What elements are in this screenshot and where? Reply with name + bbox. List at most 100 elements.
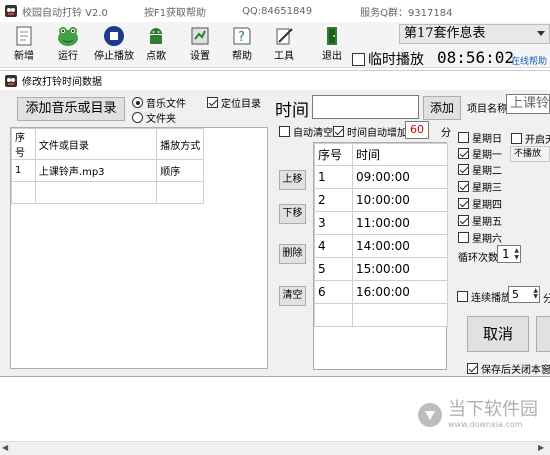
clock-display: 08:56:02 — [437, 48, 515, 67]
file-col-file: 文件或目录 — [34, 128, 158, 160]
time-col-time: 时间 — [352, 143, 448, 166]
help-button[interactable]: ? 帮助 — [222, 24, 262, 66]
time-row-index: 6 — [314, 280, 353, 304]
time-table-row[interactable] — [314, 303, 448, 327]
file-table-row[interactable]: 1 上课铃声.mp3 顺序 — [11, 159, 204, 182]
auto-increase-checkbox[interactable]: 时间自动增加 — [333, 124, 407, 139]
add-time-button[interactable]: 添加 — [423, 96, 461, 120]
clear-button[interactable]: 清空 — [279, 286, 306, 306]
save-close-checkbox[interactable]: 保存后关闭本窗口 — [467, 361, 550, 376]
schedule-select-value: 第17套作息表 — [404, 26, 486, 41]
stop-button[interactable]: 停止播放 — [92, 24, 136, 66]
android-icon — [150, 28, 162, 44]
time-table-row[interactable]: 3 11:00:00 — [314, 211, 448, 235]
move-up-button[interactable]: 上移 — [279, 170, 306, 190]
auto-increase-box — [333, 126, 344, 137]
weekday-box — [458, 215, 469, 226]
weekday-thu-checkbox[interactable]: 星期四 — [458, 196, 502, 211]
spinner-icon: ▲ ▼ — [514, 247, 519, 261]
no-play-select[interactable]: 不播放 — [510, 146, 550, 162]
time-table: 序号 时间 1 09:00:00 2 10:00:00 3 11:00:00 4 14:… — [314, 143, 448, 327]
watermark-text: 当下软件园 — [448, 399, 538, 420]
continuous-play-label: 连续播放 — [471, 293, 511, 304]
temp-play-checkbox[interactable]: 临时播放 — [352, 49, 424, 69]
weekday-tue-checkbox[interactable]: 星期二 — [458, 162, 502, 177]
file-list[interactable]: 序号 文件或目录 播放方式 1 上课铃声.mp3 顺序 — [10, 127, 268, 369]
increase-value-input[interactable]: 60 — [405, 121, 429, 139]
dialog-bottom-edge — [0, 376, 550, 382]
time-list[interactable]: 序号 时间 1 09:00:00 2 10:00:00 3 11:00:00 4 14:… — [313, 142, 448, 370]
time-input[interactable] — [312, 95, 419, 119]
weekday-wed-checkbox[interactable]: 星期三 — [458, 179, 502, 194]
time-row-time: 14:00:00 — [352, 234, 448, 258]
weekday-sat-checkbox[interactable]: 星期六 — [458, 230, 502, 245]
cancel-button[interactable]: 取消 — [467, 316, 529, 352]
chevron-down-icon — [537, 31, 545, 36]
online-help-link[interactable]: 在线帮助 — [511, 54, 547, 67]
weekday-sun-checkbox[interactable]: 星期日 — [458, 130, 502, 145]
scroll-right-icon[interactable]: ▶ — [538, 443, 544, 452]
file-row-file: 上课铃声.mp3 — [34, 159, 158, 182]
scroll-left-icon[interactable]: ◀ — [2, 443, 8, 452]
time-row-index: 3 — [314, 211, 353, 235]
file-row-mode: 顺序 — [156, 159, 204, 182]
continuous-value-input[interactable]: 5 ▲ ▼ — [508, 286, 540, 303]
time-row-index: 2 — [314, 188, 353, 212]
weekday-fri-checkbox[interactable]: 星期五 — [458, 213, 502, 228]
ok-button[interactable] — [536, 316, 550, 352]
help-icon: ? — [233, 27, 251, 45]
service-qq-group: 服务Q群：9317184 — [360, 7, 453, 19]
horizontal-scrollbar[interactable]: ◀ ▶ — [0, 441, 550, 455]
time-col-index: 序号 — [314, 143, 353, 166]
song-request-button[interactable]: 点歌 — [136, 24, 176, 66]
weekday-label: 星期四 — [472, 200, 502, 211]
radio-folder[interactable]: 文件夹 — [132, 110, 176, 125]
enable-checkbox[interactable]: 开启天 — [511, 131, 550, 146]
file-table: 序号 文件或目录 播放方式 1 上课铃声.mp3 顺序 — [11, 128, 204, 204]
run-button[interactable]: 运行 — [48, 24, 88, 66]
time-table-row[interactable]: 2 10:00:00 — [314, 188, 448, 212]
schedule-select[interactable]: 第17套作息表 — [399, 24, 550, 44]
exit-button[interactable]: 退出 — [312, 24, 352, 66]
watermark-logo-icon — [418, 402, 442, 427]
weekday-label: 星期五 — [472, 217, 502, 228]
dialog-title: 修改打铃时间数据 — [22, 77, 102, 88]
temp-play-label: 临时播放 — [368, 52, 424, 68]
new-button[interactable]: 新增 — [4, 24, 44, 66]
time-row-index: 1 — [314, 165, 353, 189]
weekday-mon-checkbox[interactable]: 星期一 — [458, 146, 502, 161]
radio-music-file-label: 音乐文件 — [146, 99, 186, 110]
radio-folder-label: 文件夹 — [146, 114, 176, 125]
time-row-time: 15:00:00 — [352, 257, 448, 281]
loop-count-label: 循环次数 — [458, 253, 498, 264]
move-down-button[interactable]: 下移 — [279, 204, 306, 224]
time-label: 时间 — [275, 101, 309, 121]
settings-label: 设置 — [190, 51, 210, 62]
time-table-row[interactable]: 1 09:00:00 — [314, 165, 448, 189]
stop-button-label: 停止播放 — [94, 51, 134, 62]
loop-count-input[interactable]: 1 ▲ ▼ — [497, 245, 521, 263]
file-table-row[interactable] — [11, 181, 204, 204]
tools-button[interactable]: 工具 — [264, 24, 304, 66]
stop-icon — [104, 26, 124, 46]
song-request-label: 点歌 — [146, 51, 166, 62]
weekday-box — [458, 132, 469, 143]
time-table-row[interactable]: 6 16:00:00 — [314, 280, 448, 304]
radio-music-file[interactable]: 音乐文件 — [132, 95, 186, 110]
add-music-button[interactable]: 添加音乐或目录 — [17, 97, 125, 121]
delete-button[interactable]: 删除 — [279, 244, 306, 264]
weekday-label: 星期日 — [472, 134, 502, 145]
save-close-label: 保存后关闭本窗口 — [481, 365, 550, 376]
enable-label: 开启天 — [525, 135, 550, 146]
time-table-row[interactable]: 5 15:00:00 — [314, 257, 448, 281]
time-row-time: 11:00:00 — [352, 211, 448, 235]
file-row-index: 1 — [11, 159, 36, 182]
time-table-row[interactable]: 4 14:00:00 — [314, 234, 448, 258]
increase-unit: 分 — [441, 128, 451, 139]
settings-button[interactable]: 设置 — [180, 24, 220, 66]
weekday-box — [458, 164, 469, 175]
continuous-play-checkbox[interactable]: 连续播放 — [457, 289, 511, 304]
project-name-input[interactable]: 上课铃 — [506, 94, 550, 114]
auto-clear-checkbox[interactable]: 自动清空 — [279, 124, 333, 139]
locate-dir-checkbox[interactable]: 定位目录 — [207, 95, 261, 110]
